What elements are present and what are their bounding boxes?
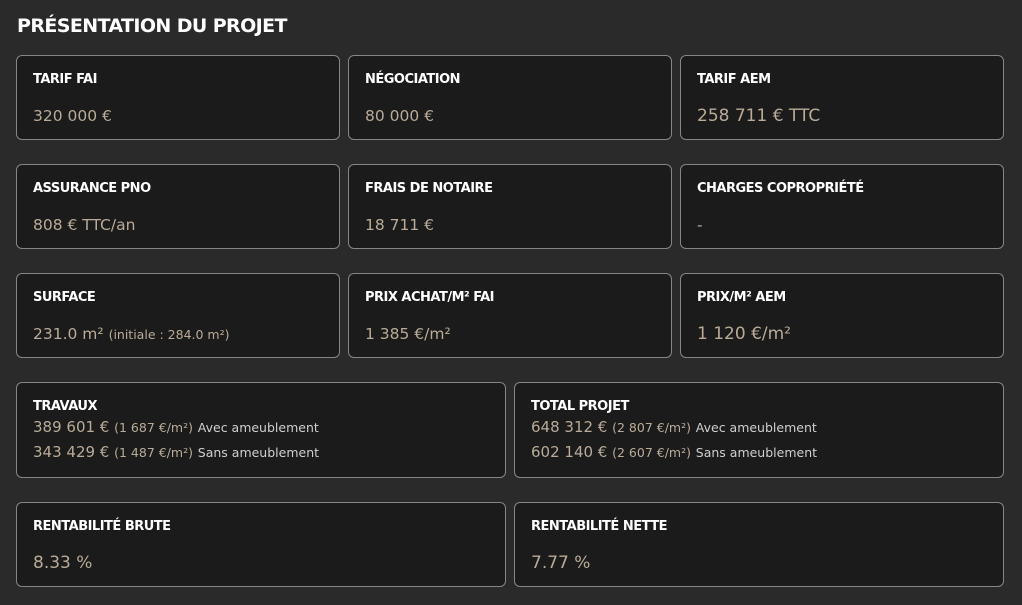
card-label: RENTABILITÉ BRUTE (33, 519, 171, 534)
section-title: PRÉSENTATION DU PROJET (17, 15, 287, 37)
card-label: ASSURANCE PNO (33, 181, 151, 196)
travaux-line: 343 429 € (1 487 €/m²) Sans ameublement (33, 440, 489, 465)
card-value: 8.33 % (33, 553, 93, 573)
surface-initial-note: (initiale : 284.0 m²) (108, 327, 230, 342)
card-value: 808 € TTC/an (33, 216, 136, 234)
per-m2: (2 607 €/m²) (612, 445, 691, 460)
card-value: 1 385 €/m² (365, 325, 451, 343)
card-label: CHARGES COPROPRIÉTÉ (697, 181, 864, 196)
total-line: 648 312 € (2 807 €/m²) Avec ameublement (531, 415, 987, 440)
card-value: 320 000 € (33, 107, 112, 125)
card-assurance-pno: ASSURANCE PNO 808 € TTC/an (16, 164, 340, 249)
travaux-line: 389 601 € (1 687 €/m²) Avec ameublement (33, 415, 489, 440)
surface-value: 231.0 m² (33, 325, 104, 343)
card-label: TOTAL PROJET (531, 399, 629, 414)
card-label: NÉGOCIATION (365, 72, 461, 87)
card-label: TARIF FAI (33, 72, 97, 87)
description: Avec ameublement (695, 420, 817, 435)
amount: 602 140 € (531, 443, 608, 461)
amount: 343 429 € (33, 443, 110, 461)
card-label: RENTABILITÉ NETTE (531, 519, 668, 534)
per-m2: (1 487 €/m²) (114, 445, 193, 460)
card-label: PRIX/M² AEM (697, 290, 786, 305)
card-tarif-aem: TARIF AEM 258 711 € TTC (680, 55, 1004, 140)
card-value: 80 000 € (365, 107, 435, 125)
description: Sans ameublement (695, 445, 818, 460)
card-rentabilite-nette: RENTABILITÉ NETTE 7.77 % (514, 502, 1004, 587)
project-overview: PRÉSENTATION DU PROJET TARIF FAI 320 000… (0, 0, 1022, 605)
card-value: 18 711 € (365, 216, 435, 234)
card-negociation: NÉGOCIATION 80 000 € (348, 55, 672, 140)
description: Sans ameublement (197, 445, 320, 460)
card-travaux: TRAVAUX 389 601 € (1 687 €/m²) Avec ameu… (16, 382, 506, 478)
card-frais-notaire: FRAIS DE NOTAIRE 18 711 € (348, 164, 672, 249)
card-label: PRIX ACHAT/M² FAI (365, 290, 495, 305)
card-value: - (697, 216, 703, 234)
card-label: SURFACE (33, 290, 96, 305)
per-m2: (2 807 €/m²) (612, 420, 691, 435)
amount: 648 312 € (531, 418, 608, 436)
card-prix-m2-aem: PRIX/M² AEM 1 120 €/m² (680, 273, 1004, 358)
total-line: 602 140 € (2 607 €/m²) Sans ameublement (531, 440, 987, 465)
card-value: 1 120 €/m² (697, 324, 791, 344)
card-charges-copropriete: CHARGES COPROPRIÉTÉ - (680, 164, 1004, 249)
card-label: TRAVAUX (33, 399, 97, 414)
card-tarif-fai: TARIF FAI 320 000 € (16, 55, 340, 140)
card-value: 231.0 m² (initiale : 284.0 m²) (33, 324, 323, 345)
amount: 389 601 € (33, 418, 110, 436)
card-rentabilite-brute: RENTABILITÉ BRUTE 8.33 % (16, 502, 506, 587)
card-value: 7.77 % (531, 553, 591, 573)
card-value: 258 711 € TTC (697, 106, 821, 126)
description: Avec ameublement (197, 420, 319, 435)
card-label: TARIF AEM (697, 72, 771, 87)
card-total-projet: TOTAL PROJET 648 312 € (2 807 €/m²) Avec… (514, 382, 1004, 478)
card-prix-achat-m2-fai: PRIX ACHAT/M² FAI 1 385 €/m² (348, 273, 672, 358)
per-m2: (1 687 €/m²) (114, 420, 193, 435)
card-label: FRAIS DE NOTAIRE (365, 181, 493, 196)
card-surface: SURFACE 231.0 m² (initiale : 284.0 m²) (16, 273, 340, 358)
